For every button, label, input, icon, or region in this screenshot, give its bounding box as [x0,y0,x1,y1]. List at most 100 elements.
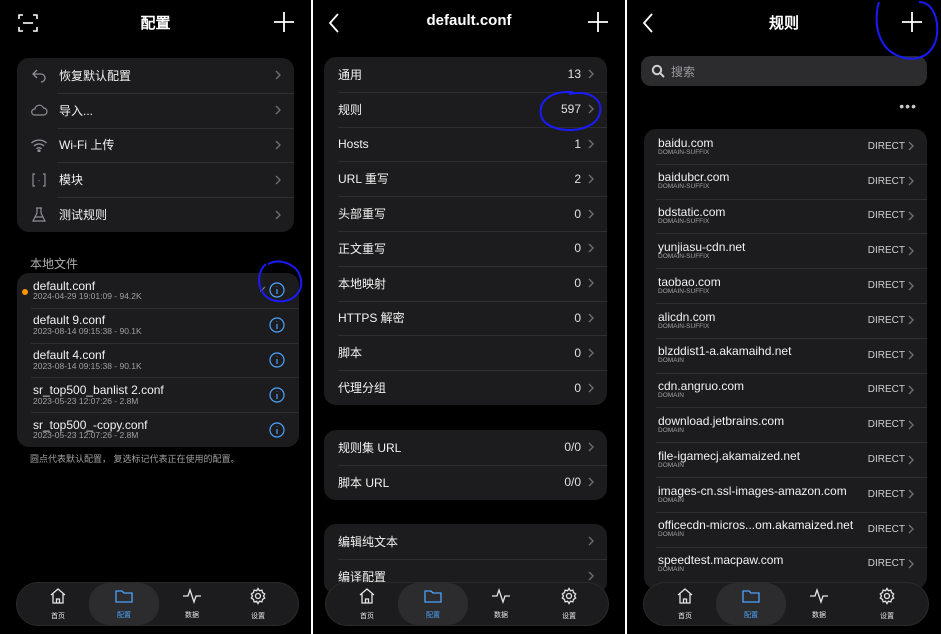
gear-icon [249,587,267,610]
tab-home[interactable]: 首页 [332,583,402,625]
file-row[interactable]: default 4.conf 2023-08-14 09:15:38 - 90.… [17,342,299,378]
menu-item-reset[interactable]: 恢复默认配置 [17,58,294,93]
file-row[interactable]: default.conf 2024-04-29 19:01:09 - 94.2K… [17,273,299,308]
file-row[interactable]: sr_top500_-copy.conf 2023-05-23 12:07:26… [17,412,299,447]
rule-row[interactable]: baidu.com DOMAIN-SUFFIX DIRECT [644,129,927,164]
info-icon[interactable] [269,352,285,368]
row-label: Hosts [338,136,369,151]
chevron-right-icon [907,281,915,291]
tab-home[interactable]: 首页 [650,583,720,625]
rule-row[interactable]: file-igamecj.akamaized.net DOMAIN DIRECT [644,442,927,477]
menu-item-label: Wi-Fi 上传 [59,138,115,153]
chevron-right-icon [907,246,915,256]
config-screen: 配置 恢复默认配置 导入... Wi-Fi 上传 - 模块 测试规则 本地文件 … [0,0,311,634]
tab-config[interactable]: 配置 [398,583,468,625]
tab-data[interactable]: 数据 [466,583,536,625]
chevron-right-icon [907,489,915,499]
rule-type: DOMAIN [658,392,684,400]
rule-host: cdn.angruo.com [658,379,745,394]
chevron-right-icon [274,70,282,80]
rule-type: DOMAIN-SUFFIX [658,253,710,261]
rule-row[interactable]: yunjiasu-cdn.net DOMAIN-SUFFIX DIRECT [644,233,927,268]
rules-screen: 规则 搜索 ••• baidu.com DOMAIN-SUFFIX DIRECT b… [627,0,941,634]
rule-policy: DIRECT [867,523,905,535]
section-row-url-rewrite[interactable]: URL 重写 2 [324,161,607,196]
add-icon[interactable] [269,7,299,37]
checkmark-icon: ✓ [258,284,267,296]
menu-item-label: 模块 [59,173,84,188]
section-row-ruleset-url[interactable]: 规则集 URL 0/0 [324,430,607,465]
navbar: 规则 [627,0,941,46]
rule-row[interactable]: cdn.angruo.com DOMAIN DIRECT [644,372,927,408]
info-icon[interactable] [269,282,285,298]
folder-icon [114,588,134,609]
file-row[interactable]: default 9.conf 2023-08-14 09:15:38 - 90.… [17,307,299,343]
rule-row[interactable]: images-cn.ssl-images-amazon.com DOMAIN DIR… [644,476,927,512]
row-label: HTTPS 解密 [338,311,405,326]
rule-row[interactable]: baidubcr.com DOMAIN-SUFFIX DIRECT [644,163,927,199]
tab-config[interactable]: 配置 [89,583,159,625]
rule-type: DOMAIN-SUFFIX [658,183,710,191]
edit-plain-text-row[interactable]: 编辑纯文本 [324,524,607,559]
module-icon: - [29,170,49,190]
tab-settings[interactable]: 设置 [223,583,293,625]
tab-config[interactable]: 配置 [716,583,786,625]
section-row-body-rewrite[interactable]: 正文重写 0 [324,230,607,266]
tab-label: 设置 [251,613,265,620]
rule-row[interactable]: taobao.com DOMAIN-SUFFIX DIRECT [644,268,927,303]
chevron-right-icon [587,477,595,487]
row-value: 0/0 [564,475,581,490]
section-row-hosts[interactable]: Hosts 1 [324,126,607,162]
menu-item-import[interactable]: 导入... [17,92,294,128]
section-row-script[interactable]: 脚本 0 [324,335,607,370]
tab-data[interactable]: 数据 [157,583,227,625]
chevron-right-icon [587,174,595,184]
tab-data[interactable]: 数据 [784,583,854,625]
file-row[interactable]: sr_top500_banlist 2.conf 2023-05-23 12:0… [17,377,299,412]
navbar: default.conf [313,0,625,46]
menu-item-wifi-upload[interactable]: Wi-Fi 上传 [17,127,294,163]
file-list: default.conf 2024-04-29 19:01:09 - 94.2K… [17,273,299,447]
row-label: 正文重写 [338,241,387,256]
rule-row[interactable]: bdstatic.com DOMAIN-SUFFIX DIRECT [644,198,927,234]
tab-settings[interactable]: 设置 [534,583,604,625]
section-row-map-local[interactable]: 本地映射 0 [324,265,607,301]
info-icon[interactable] [269,421,285,438]
menu-item-test-rules[interactable]: 测试规则 [17,197,294,232]
tab-settings[interactable]: 设置 [852,583,922,625]
rule-policy: DIRECT [867,488,905,500]
tab-label: 设置 [562,613,576,620]
rule-type: DOMAIN-SUFFIX [658,322,710,330]
folder-icon [423,588,443,609]
add-icon[interactable] [583,7,613,37]
navbar: 配置 [0,0,311,46]
section-row-rules[interactable]: 规则 597 [324,91,607,127]
section-row-script-url[interactable]: 脚本 URL 0/0 [324,464,607,500]
rule-row[interactable]: officecdn-micros...om.akamaized.net DOMAI… [644,511,927,547]
info-icon[interactable] [269,387,285,403]
section-row-header-rewrite[interactable]: 头部重写 0 [324,196,607,231]
rule-row[interactable]: download.jetbrains.com DOMAIN DIRECT [644,407,927,442]
config-detail-screen: default.conf 通用 13 规则 597 Hosts 1 URL 重写 2 头… [313,0,625,634]
page-title: 规则 [768,15,799,32]
info-icon[interactable] [269,317,285,333]
rule-policy: DIRECT [867,454,905,466]
search-field[interactable]: 搜索 [641,56,927,86]
wifi-icon [29,135,49,155]
rule-row[interactable]: speedtest.macpaw.com DOMAIN DIRECT [644,546,927,582]
menu-item-module[interactable]: - 模块 [17,162,294,197]
chevron-right-icon [907,315,915,325]
more-icon[interactable]: ••• [899,98,917,114]
section-row-proxy-group[interactable]: 代理分组 0 [324,370,607,405]
section-row-https-decrypt[interactable]: HTTPS 解密 0 [324,300,607,336]
tab-home[interactable]: 首页 [23,583,93,625]
section-row-general[interactable]: 通用 13 [324,57,607,92]
rule-host: images-cn.ssl-images-amazon.com [658,483,847,498]
rule-row[interactable]: alicdn.com DOMAIN-SUFFIX DIRECT [644,302,927,338]
row-value: 13 [567,67,581,82]
page-title: 配置 [140,15,171,32]
add-rule-icon[interactable] [897,7,927,37]
rule-host: baidu.com [658,135,714,150]
chevron-right-icon [907,385,915,395]
rule-row[interactable]: blzddist1-a.akamaihd.net DOMAIN DIRECT [644,337,927,373]
